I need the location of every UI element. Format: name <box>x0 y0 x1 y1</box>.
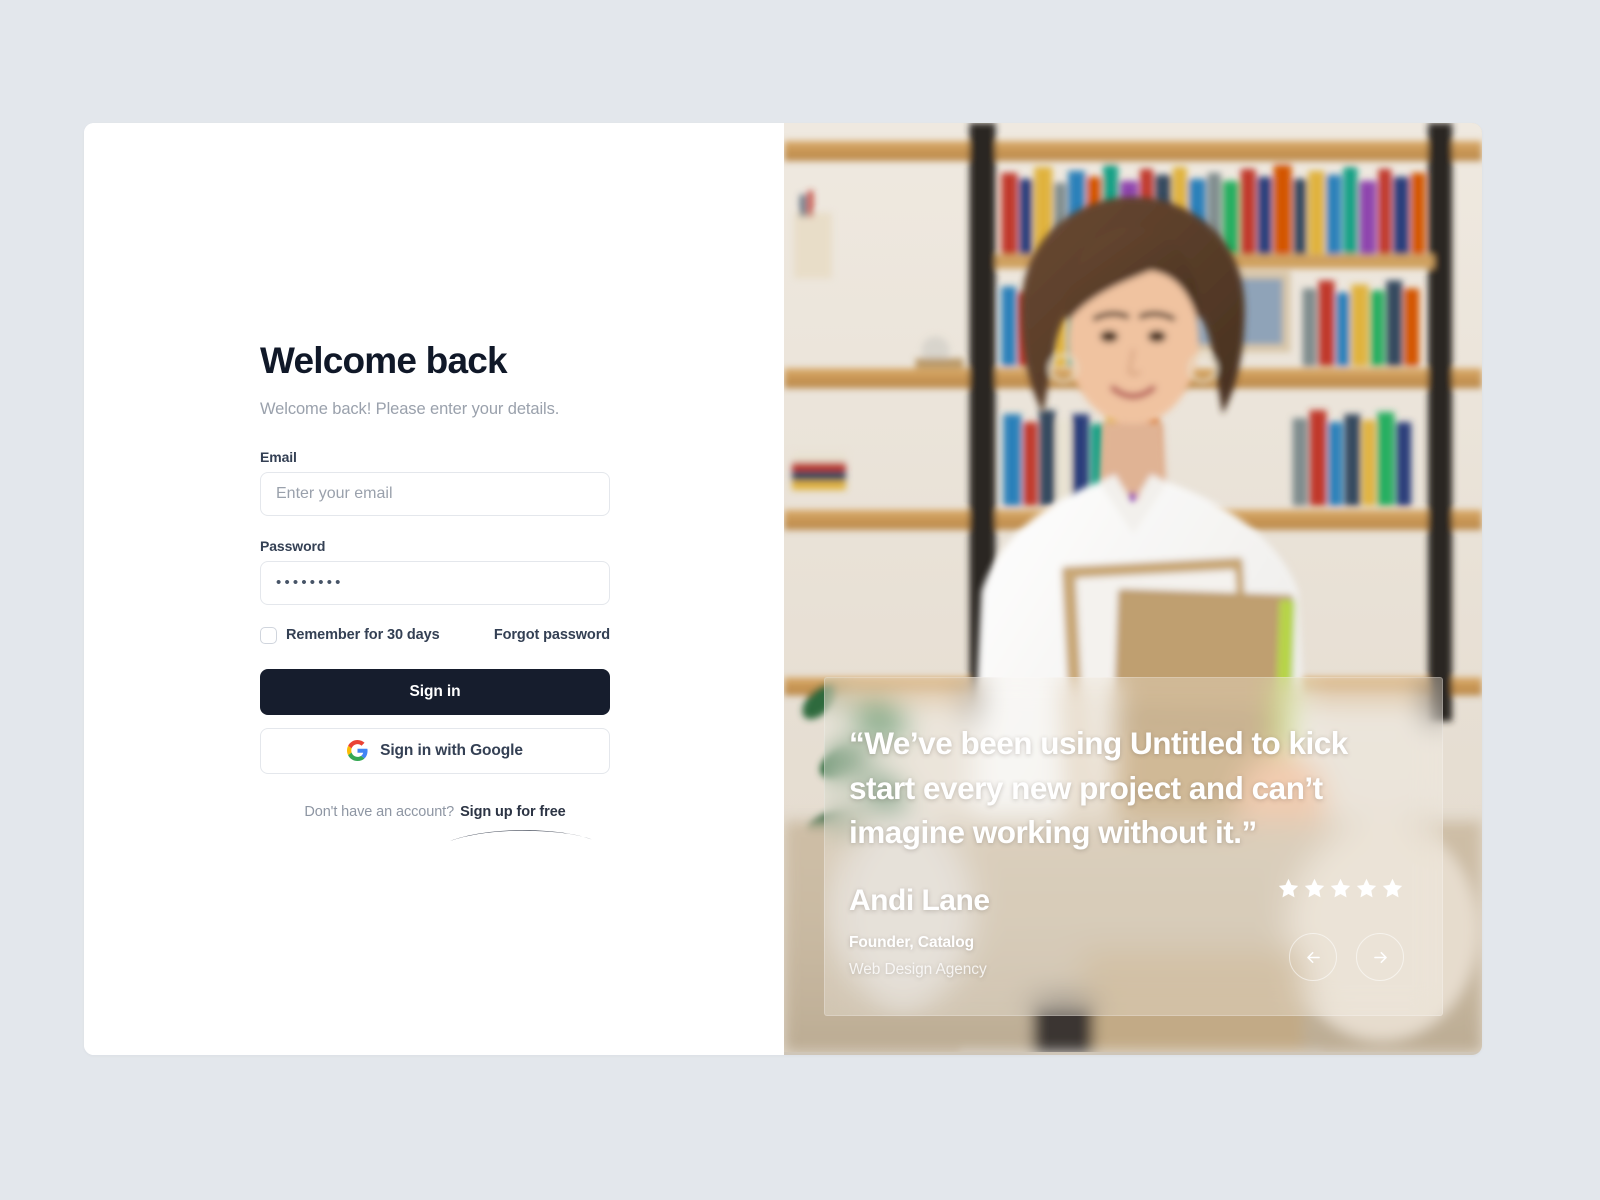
next-testimonial-button[interactable] <box>1356 933 1404 981</box>
remember-label: Remember for 30 days <box>286 627 440 644</box>
google-icon <box>347 740 368 762</box>
prev-testimonial-button[interactable] <box>1289 933 1337 981</box>
testimonial-footer: Andi Lane Founder, Catalog Web Design Ag… <box>849 877 1404 981</box>
author-role: Founder, Catalog <box>849 934 974 951</box>
underline-swoosh-icon <box>450 829 592 841</box>
password-input[interactable]: •••••••• <box>260 560 610 605</box>
form-container: Welcome back Welcome back! Please enter … <box>260 340 610 841</box>
star-icon <box>1330 878 1351 898</box>
star-icon <box>1304 878 1325 898</box>
testimonial-card: “We’ve been using Untitled to kick start… <box>824 677 1443 1016</box>
author-name: Andi Lane <box>849 884 990 917</box>
star-icon <box>1356 878 1377 898</box>
signup-row: Don't have an account? Sign up for free <box>260 803 610 841</box>
carousel-nav <box>1289 933 1404 981</box>
signup-link[interactable]: Sign up for free <box>460 804 566 820</box>
google-button-label: Sign in with Google <box>380 741 523 759</box>
star-icon <box>1278 878 1299 898</box>
rating-stars <box>1277 877 1404 900</box>
email-field-group: Email <box>260 449 610 516</box>
email-label: Email <box>260 448 297 465</box>
author-company: Web Design Agency <box>849 961 987 978</box>
author-block: Andi Lane Founder, Catalog Web Design Ag… <box>849 884 990 981</box>
sign-in-button[interactable]: Sign in <box>260 668 610 715</box>
password-field-group: Password •••••••• <box>260 538 610 605</box>
email-input[interactable] <box>260 471 610 516</box>
options-row: Remember for 30 days Forgot password <box>260 626 610 644</box>
star-icon <box>1382 878 1403 898</box>
testimonial-quote: “We’ve been using Untitled to kick start… <box>849 725 1348 851</box>
remember-checkbox[interactable]: Remember for 30 days <box>260 626 440 644</box>
arrow-left-icon <box>1306 951 1320 963</box>
form-pane: Welcome back Welcome back! Please enter … <box>84 123 784 1055</box>
rating-and-nav <box>1277 877 1404 981</box>
signup-prompt: Don't have an account? <box>304 803 455 820</box>
login-card: Welcome back Welcome back! Please enter … <box>84 123 1482 1055</box>
checkbox-icon[interactable] <box>260 626 277 644</box>
forgot-password-link[interactable]: Forgot password <box>494 627 610 643</box>
page-title: Welcome back <box>260 340 508 381</box>
sign-in-google-button[interactable]: Sign in with Google <box>260 727 610 774</box>
page-subtitle: Welcome back! Please enter your details. <box>260 399 560 418</box>
password-label: Password <box>260 537 326 554</box>
arrow-right-icon <box>1373 951 1387 963</box>
testimonial-pane: “We’ve been using Untitled to kick start… <box>784 123 1482 1055</box>
